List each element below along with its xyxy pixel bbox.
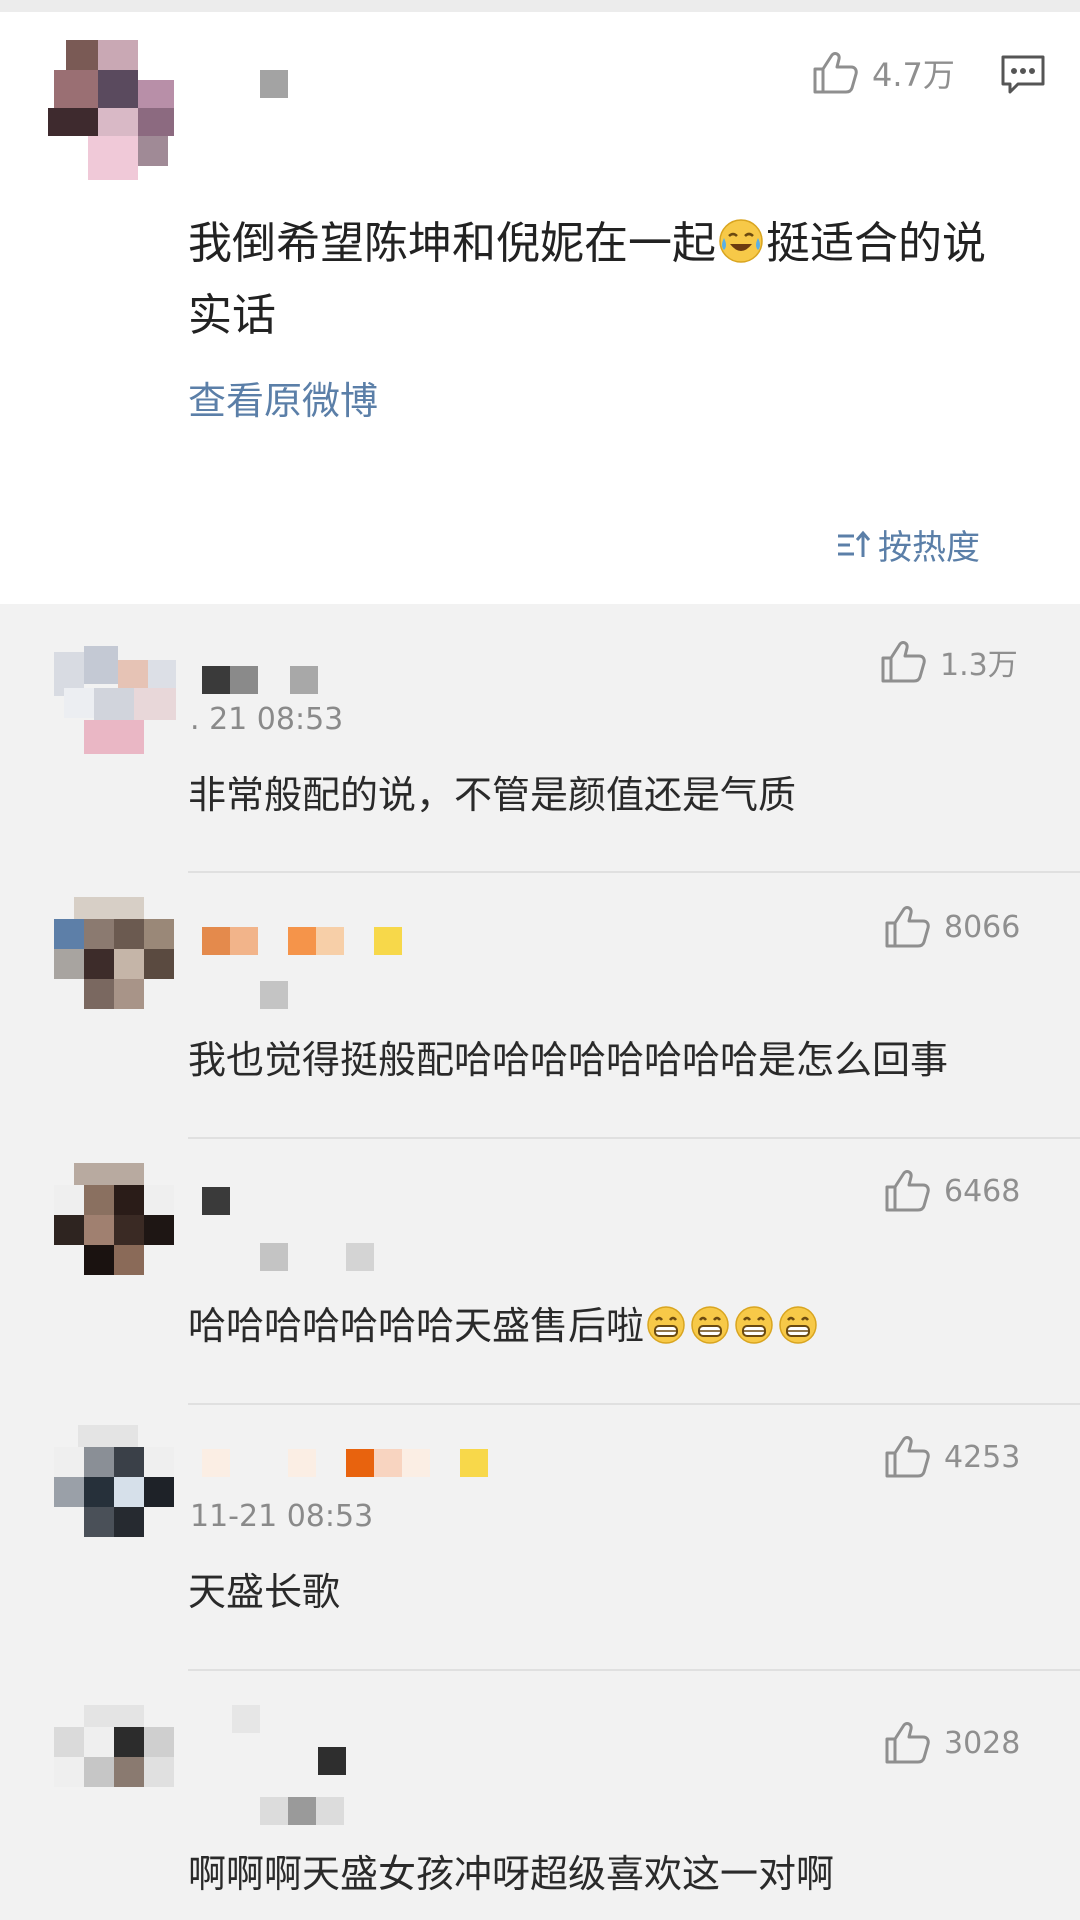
username-obscured — [402, 1449, 430, 1477]
timestamp-obscured — [260, 981, 288, 1009]
username-obscured — [288, 927, 316, 955]
avatar[interactable] — [54, 1425, 176, 1553]
top-strip — [0, 0, 1080, 12]
avatar[interactable] — [54, 897, 176, 1025]
like-button[interactable]: 1.3万 — [880, 640, 1018, 684]
avatar[interactable] — [48, 40, 176, 188]
reply-item: 6468 哈哈哈哈哈哈哈天盛售后啦 — [0, 1139, 1080, 1403]
thumbs-up-icon — [813, 52, 858, 94]
username-obscured — [288, 1449, 316, 1477]
reply-text: 我也觉得挺般配哈哈哈哈哈哈哈哈是怎么回事 — [188, 1038, 949, 1082]
grinning-emoji-icon — [647, 1306, 685, 1344]
main-comment-card: 4.7万 我倒希望陈坤和倪妮在一起 挺适合的说实话 查看原微博 按热度 — [0, 12, 1080, 604]
like-count: 3028 — [944, 1725, 1021, 1761]
reply-text: 天盛长歌 — [188, 1570, 341, 1614]
timestamp-obscured — [260, 1243, 288, 1271]
sort-label: 按热度 — [878, 528, 980, 568]
like-count: 4.7万 — [872, 56, 955, 94]
username-obscured — [374, 927, 402, 955]
grinning-emoji-icon — [779, 1306, 817, 1344]
username-obscured[interactable] — [202, 1449, 230, 1477]
username-obscured — [460, 1449, 488, 1477]
timestamp-obscured — [346, 1243, 374, 1271]
username-obscured[interactable] — [202, 927, 230, 955]
like-button[interactable]: 6468 — [884, 1169, 1020, 1213]
username-obscured — [318, 1747, 346, 1775]
sort-by-hot-button[interactable]: 按热度 — [836, 520, 980, 569]
reply-item: 8066 我也觉得挺般配哈哈哈哈哈哈哈哈是怎么回事 — [0, 873, 1080, 1137]
thumbs-up-icon — [885, 1170, 930, 1212]
comment-icon[interactable] — [1000, 54, 1046, 96]
crying-laughing-emoji-icon — [719, 219, 763, 263]
username-obscured[interactable] — [260, 70, 288, 98]
like-count: 6468 — [944, 1173, 1021, 1209]
username-obscured — [374, 1449, 402, 1477]
username-obscured — [290, 666, 318, 694]
avatar[interactable] — [54, 1705, 176, 1833]
timestamp-obscured — [316, 1797, 344, 1825]
thumbs-up-icon — [881, 641, 926, 683]
like-button[interactable]: 3028 — [884, 1721, 1020, 1765]
like-count: 8066 — [944, 909, 1021, 945]
view-original-link[interactable]: 查看原微博 — [188, 370, 378, 425]
username-obscured[interactable] — [202, 1187, 230, 1215]
username-obscured — [230, 927, 258, 955]
avatar[interactable] — [54, 1163, 176, 1291]
sort-icon — [838, 530, 871, 557]
avatar[interactable] — [54, 632, 176, 760]
grinning-emoji-icon — [691, 1306, 729, 1344]
like-count: 1.3万 — [940, 648, 1018, 683]
reply-item: 1.3万 . 21 08:53 非常般配的说，不管是颜值还是气质 — [0, 604, 1080, 872]
reply-text: 啊啊啊天盛女孩冲呀超级喜欢这一对啊 — [188, 1852, 835, 1896]
timestamp: . 21 08:53 — [190, 702, 344, 737]
comment-text: 我倒希望陈坤和倪妮在一起 挺适合的说实话 — [188, 218, 986, 341]
username-obscured[interactable] — [202, 666, 230, 694]
grinning-emoji-icon — [735, 1306, 773, 1344]
reply-text: 哈哈哈哈哈哈哈天盛售后啦 — [188, 1295, 820, 1350]
reply-item: 4253 11-21 08:53 天盛长歌 — [0, 1405, 1080, 1669]
timestamp: 11-21 08:53 — [190, 1499, 374, 1534]
like-button[interactable]: 4.7万 — [812, 50, 955, 96]
username-obscured[interactable] — [232, 1705, 260, 1733]
like-button[interactable]: 8066 — [884, 905, 1020, 949]
thumbs-up-icon — [885, 1436, 930, 1478]
like-button[interactable]: 4253 — [884, 1435, 1020, 1479]
timestamp-obscured — [260, 1797, 288, 1825]
username-obscured — [346, 1449, 374, 1477]
username-obscured — [316, 927, 344, 955]
reply-item: 3028 啊啊啊天盛女孩冲呀超级喜欢这一对啊 — [0, 1671, 1080, 1920]
timestamp-obscured — [288, 1797, 316, 1825]
like-count: 4253 — [944, 1439, 1021, 1475]
thumbs-up-icon — [885, 906, 930, 948]
thumbs-up-icon — [885, 1722, 930, 1764]
reply-text: 非常般配的说，不管是颜值还是气质 — [188, 773, 797, 817]
username-obscured — [230, 666, 258, 694]
